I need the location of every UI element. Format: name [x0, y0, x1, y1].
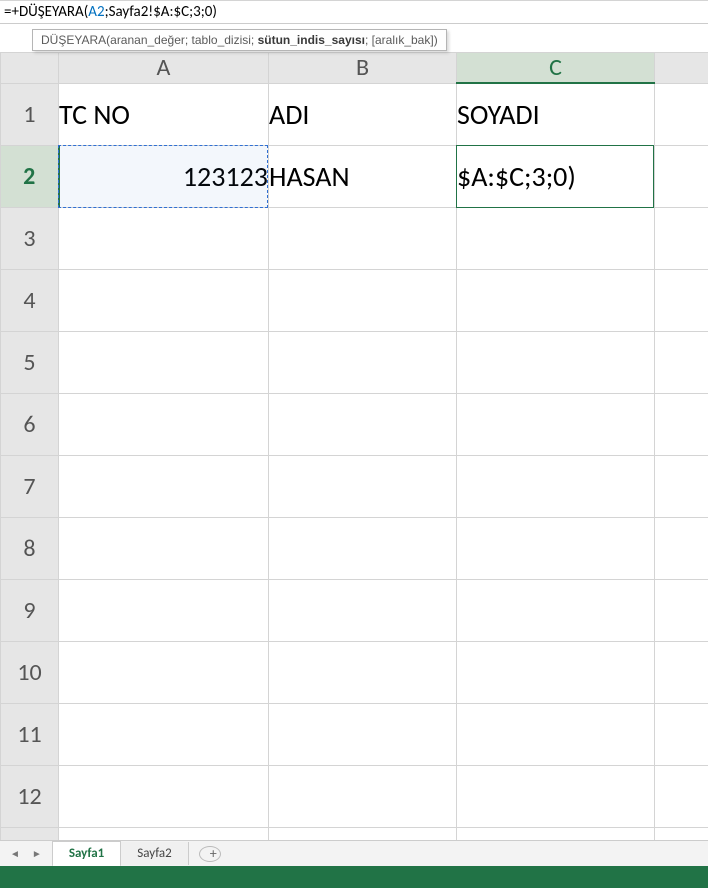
cell-A3[interactable]	[59, 207, 269, 269]
tab-nav-prev-icon[interactable]: ◄	[10, 847, 20, 860]
cell-A4[interactable]	[59, 269, 269, 331]
cell-A12[interactable]	[59, 765, 269, 827]
status-bar	[0, 866, 708, 888]
tooltip-arg2: tablo_dizisi	[192, 33, 251, 47]
spreadsheet-grid[interactable]: A B C 1 TC NO ADI SOYADI 2 123123 HASAN …	[0, 52, 708, 868]
cell-B8[interactable]	[269, 517, 457, 579]
cell-B10[interactable]	[269, 641, 457, 703]
tab-nav: ◄ ►	[0, 847, 52, 860]
cell-B12[interactable]	[269, 765, 457, 827]
cell-A1[interactable]: TC NO	[59, 83, 269, 145]
cell-B5[interactable]	[269, 331, 457, 393]
cell-D7[interactable]	[655, 455, 708, 517]
row-header-1[interactable]: 1	[1, 83, 59, 145]
cell-C7[interactable]	[457, 455, 655, 517]
cell-D10[interactable]	[655, 641, 708, 703]
cell-C5[interactable]	[457, 331, 655, 393]
tab-nav-next-icon[interactable]: ►	[32, 847, 42, 860]
col-header-B[interactable]: B	[269, 53, 457, 84]
cell-C11[interactable]	[457, 703, 655, 765]
cell-A7[interactable]	[59, 455, 269, 517]
row-header-4[interactable]: 4	[1, 269, 59, 331]
cell-B4[interactable]	[269, 269, 457, 331]
cell-B3[interactable]	[269, 207, 457, 269]
cell-D3[interactable]	[655, 207, 708, 269]
formula-prefix: =+DÜŞEYARA(	[4, 3, 88, 21]
select-all-corner[interactable]	[1, 53, 59, 84]
cell-A6[interactable]	[59, 393, 269, 455]
cell-A11[interactable]	[59, 703, 269, 765]
cell-D9[interactable]	[655, 579, 708, 641]
cell-B6[interactable]	[269, 393, 457, 455]
tooltip-fn: DÜŞEYARA	[41, 33, 106, 47]
cell-D5[interactable]	[655, 331, 708, 393]
row-header-9[interactable]: 9	[1, 579, 59, 641]
cell-A9[interactable]	[59, 579, 269, 641]
cell-B2[interactable]: HASAN	[269, 145, 457, 207]
row-header-5[interactable]: 5	[1, 331, 59, 393]
function-tooltip: DÜŞEYARA(aranan_değer; tablo_dizisi; süt…	[32, 29, 447, 51]
add-sheet-button[interactable]: +	[199, 846, 221, 862]
formula-bar[interactable]: =+DÜŞEYARA(A2;Sayfa2!$A:$C;3;0)	[0, 0, 708, 24]
cell-D8[interactable]	[655, 517, 708, 579]
tooltip-arg1: aranan_değer	[110, 33, 185, 47]
sheet-tab-active[interactable]: Sayfa1	[52, 841, 121, 867]
cell-A10[interactable]	[59, 641, 269, 703]
sheet-tab-other[interactable]: Sayfa2	[121, 842, 188, 865]
col-header-extra[interactable]	[655, 53, 708, 84]
cell-C2[interactable]: $A:$C;3;0)	[457, 145, 655, 207]
row-header-7[interactable]: 7	[1, 455, 59, 517]
cell-C3[interactable]	[457, 207, 655, 269]
row-header-11[interactable]: 11	[1, 703, 59, 765]
cell-C1[interactable]: SOYADI	[457, 83, 655, 145]
cell-D12[interactable]	[655, 765, 708, 827]
sheet-tab-bar: ◄ ► Sayfa1 Sayfa2 +	[0, 840, 708, 866]
row-header-6[interactable]: 6	[1, 393, 59, 455]
cell-A5[interactable]	[59, 331, 269, 393]
cell-D1[interactable]	[655, 83, 708, 145]
row-header-12[interactable]: 12	[1, 765, 59, 827]
cell-D11[interactable]	[655, 703, 708, 765]
cell-D2[interactable]	[655, 145, 708, 207]
cell-B9[interactable]	[269, 579, 457, 641]
formula-rest: ;Sayfa2!$A:$C;3;0)	[105, 3, 217, 21]
row-header-2[interactable]: 2	[1, 145, 59, 207]
cell-C4[interactable]	[457, 269, 655, 331]
formula-arg-ref: A2	[88, 3, 104, 21]
col-header-C[interactable]: C	[457, 53, 655, 84]
cell-C10[interactable]	[457, 641, 655, 703]
cell-C9[interactable]	[457, 579, 655, 641]
cell-D6[interactable]	[655, 393, 708, 455]
cell-B11[interactable]	[269, 703, 457, 765]
col-header-A[interactable]: A	[59, 53, 269, 84]
cell-C8[interactable]	[457, 517, 655, 579]
cell-C6[interactable]	[457, 393, 655, 455]
row-header-3[interactable]: 3	[1, 207, 59, 269]
cell-D4[interactable]	[655, 269, 708, 331]
tooltip-arg4: [aralık_bak]	[372, 33, 434, 47]
cell-C12[interactable]	[457, 765, 655, 827]
row-header-10[interactable]: 10	[1, 641, 59, 703]
row-header-8[interactable]: 8	[1, 517, 59, 579]
tooltip-arg3[interactable]: sütun_indis_sayısı	[258, 33, 365, 47]
cell-B1[interactable]: ADI	[269, 83, 457, 145]
cell-B7[interactable]	[269, 455, 457, 517]
cell-A8[interactable]	[59, 517, 269, 579]
cell-A2[interactable]: 123123	[59, 145, 269, 207]
